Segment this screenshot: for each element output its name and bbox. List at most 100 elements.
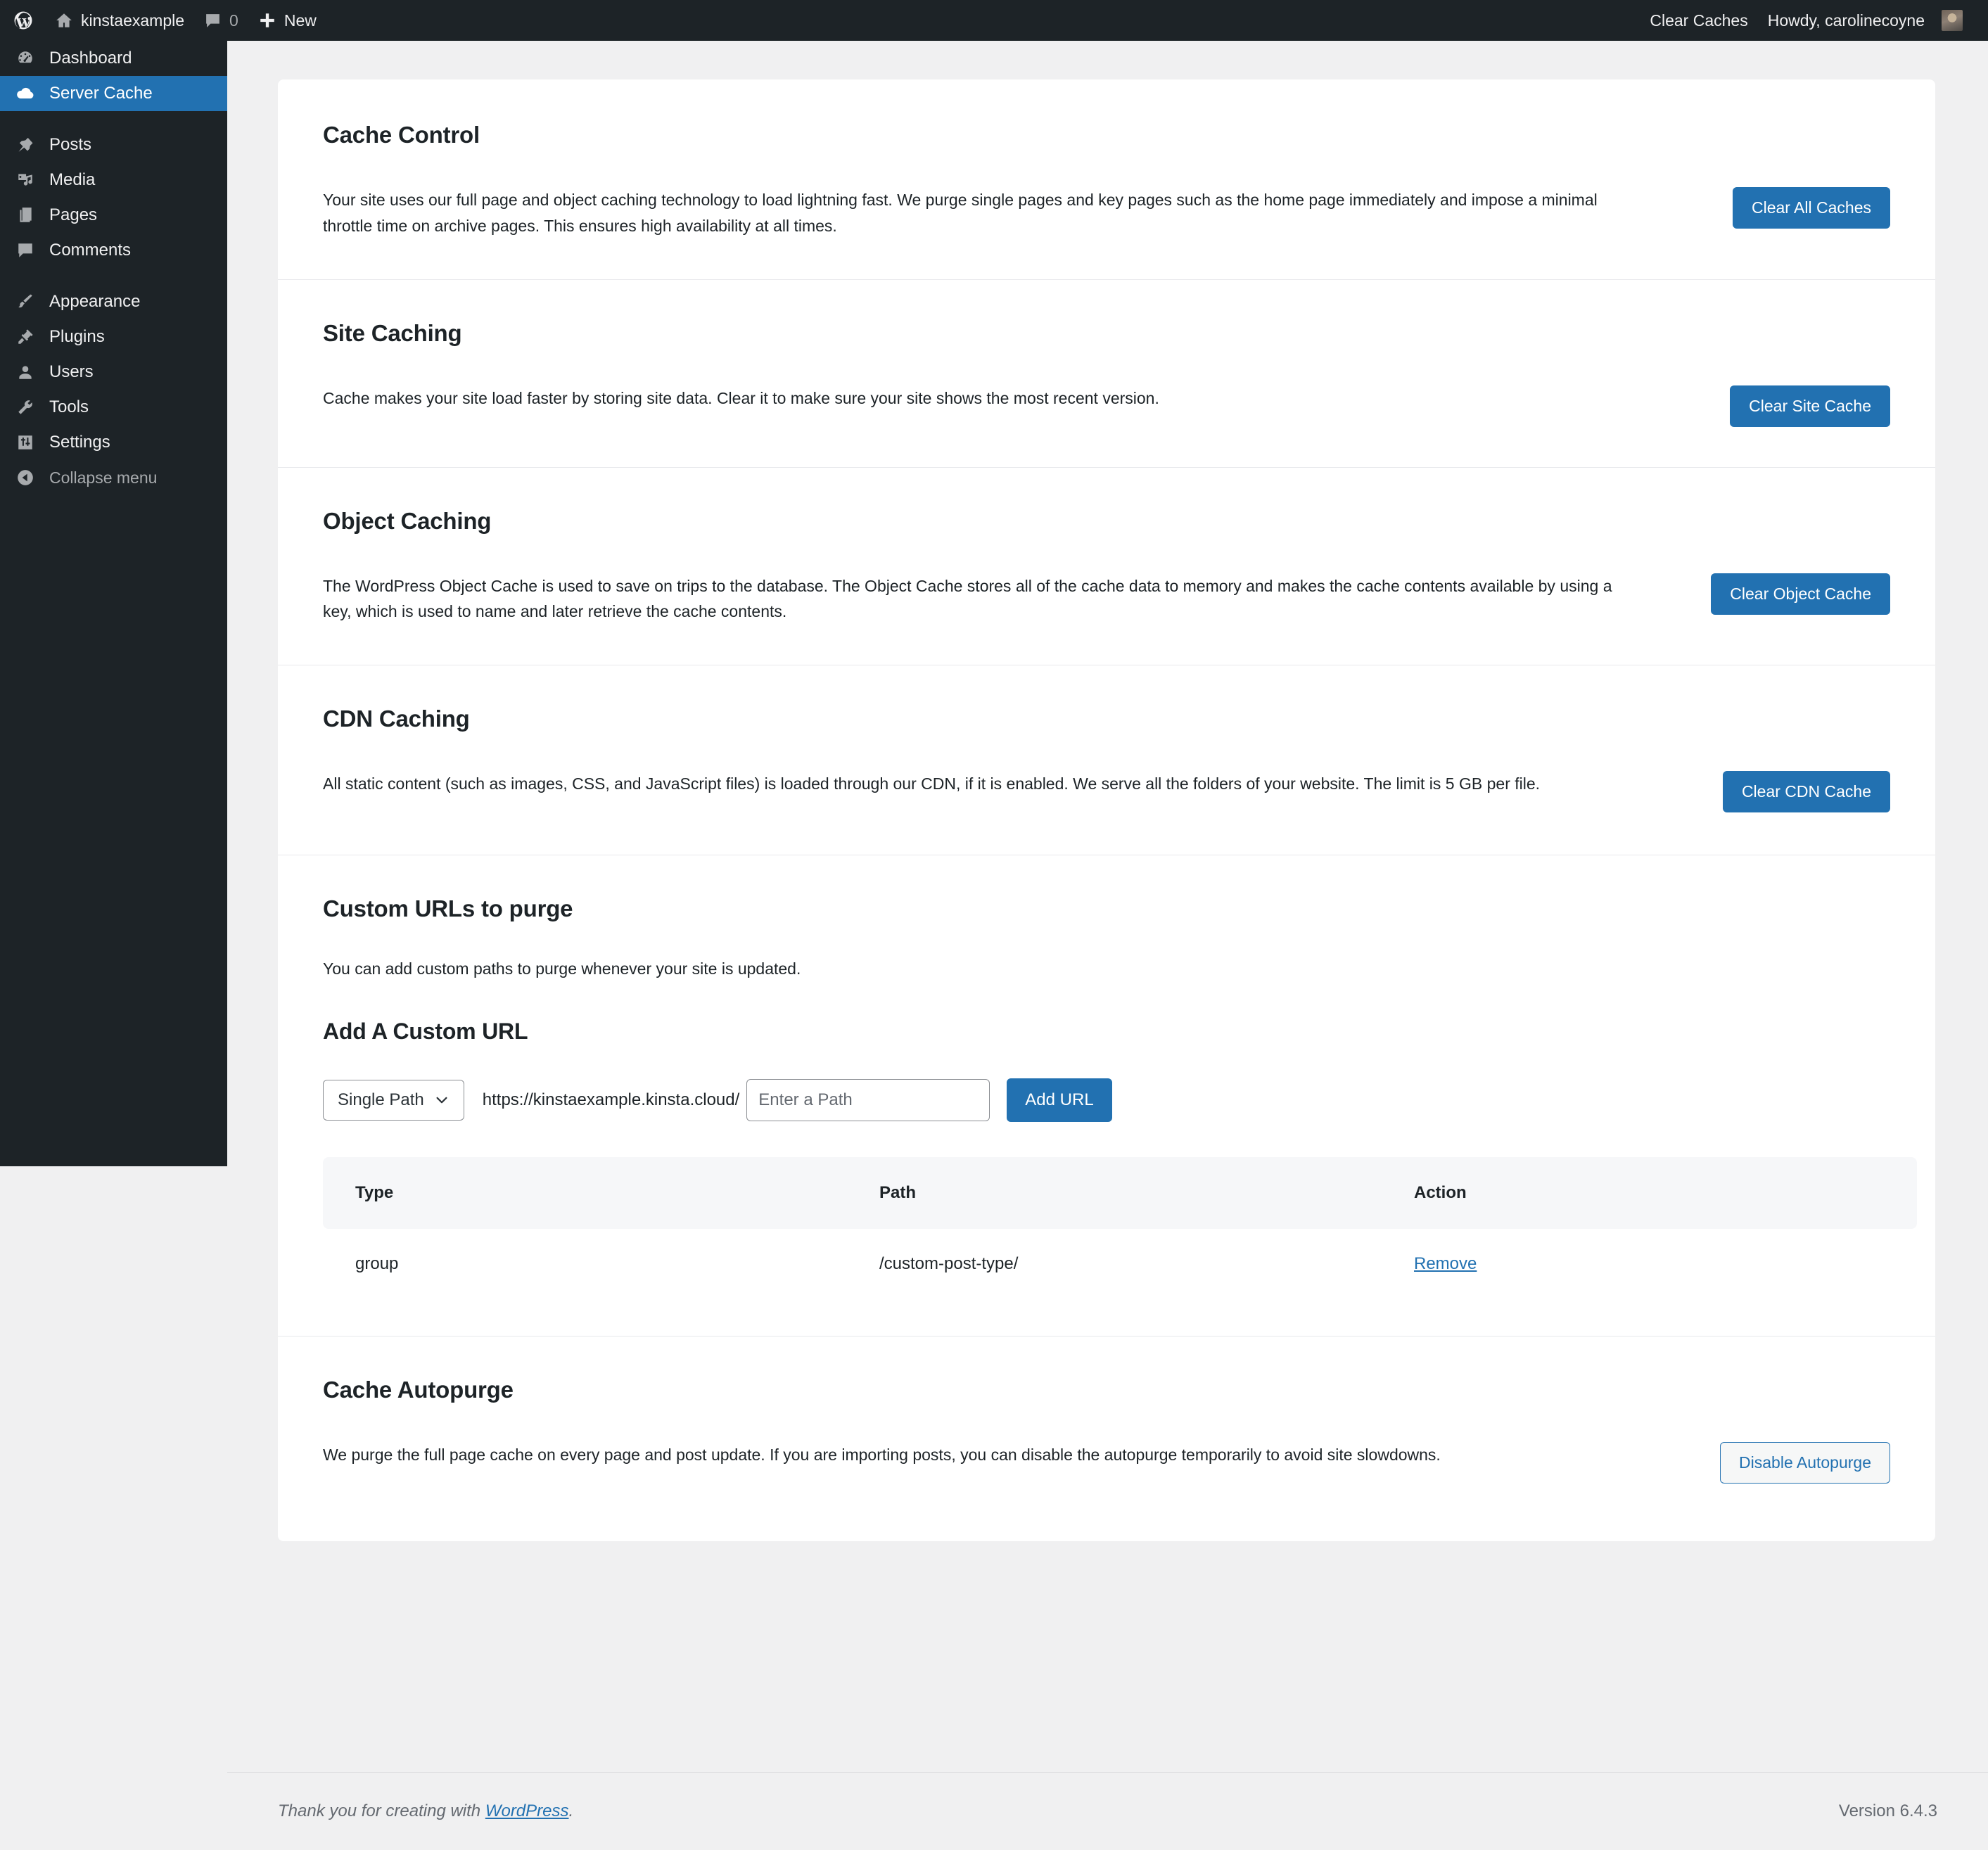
howdy-label: Howdy, carolinecoyne xyxy=(1767,11,1925,30)
clear-caches-menu-button[interactable]: Clear Caches xyxy=(1640,0,1757,41)
sidebar-item-comments[interactable]: Comments xyxy=(0,233,227,268)
home-icon xyxy=(55,11,73,30)
clear-caches-label: Clear Caches xyxy=(1650,11,1748,30)
sidebar-item-server-cache[interactable]: Server Cache xyxy=(0,76,227,111)
section-description: All static content (such as images, CSS,… xyxy=(323,774,1541,793)
column-header-action: Action xyxy=(1414,1182,1467,1202)
cell-type: group xyxy=(355,1253,399,1273)
cell-path: /custom-post-type/ xyxy=(879,1253,1019,1273)
remove-url-link[interactable]: Remove xyxy=(1414,1254,1477,1273)
add-custom-url-title: Add A Custom URL xyxy=(323,1018,528,1044)
server-cache-panel: Cache Control Your site uses our full pa… xyxy=(278,79,1935,1541)
sidebar-item-pages[interactable]: Pages xyxy=(0,198,227,233)
section-cdn-caching: CDN Caching All static content (such as … xyxy=(278,665,1935,855)
sidebar-item-media[interactable]: Media xyxy=(0,162,227,198)
avatar xyxy=(1942,10,1963,31)
disable-autopurge-button[interactable]: Disable Autopurge xyxy=(1720,1441,1890,1484)
url-prefix-label: https://kinstaexample.kinsta.cloud/ xyxy=(482,1090,740,1109)
dashboard-icon xyxy=(13,49,38,68)
add-custom-url-form: Single Path https://kinstaexample.kinsta… xyxy=(323,1078,1890,1122)
cloud-icon xyxy=(13,84,38,103)
comment-bubble-icon xyxy=(204,12,222,30)
section-title: CDN Caching xyxy=(323,706,470,732)
sidebar-item-label: Tools xyxy=(49,397,89,416)
column-header-path: Path xyxy=(879,1182,917,1202)
footer-thanks-suffix: . xyxy=(568,1801,574,1820)
sidebar-divider xyxy=(0,268,227,284)
plus-icon xyxy=(258,11,276,30)
clear-object-cache-button[interactable]: Clear Object Cache xyxy=(1711,573,1890,615)
sidebar-item-label: Server Cache xyxy=(49,84,153,103)
clear-site-cache-button[interactable]: Clear Site Cache xyxy=(1730,385,1890,427)
sidebar-item-settings[interactable]: Settings xyxy=(0,425,227,460)
sidebar-item-label: Appearance xyxy=(49,292,141,311)
section-title: Cache Control xyxy=(323,122,480,148)
user-icon xyxy=(13,363,38,381)
add-url-button[interactable]: Add URL xyxy=(1007,1078,1112,1122)
section-cache-control: Cache Control Your site uses our full pa… xyxy=(278,79,1935,279)
table-row: group /custom-post-type/ Remove xyxy=(323,1229,1917,1299)
path-type-value: Single Path xyxy=(338,1090,424,1109)
wrench-icon xyxy=(13,398,38,416)
section-description: You can add custom paths to purge whenev… xyxy=(323,959,801,978)
admin-sidebar: Dashboard Server Cache Posts Media Pages… xyxy=(0,41,227,1166)
plug-icon xyxy=(13,328,38,346)
sidebar-item-label: Media xyxy=(49,170,96,189)
collapse-menu-button[interactable]: Collapse menu xyxy=(0,460,227,495)
table-header-row: Type Path Action xyxy=(323,1156,1917,1229)
custom-urls-table: Type Path Action group /custom-post-type… xyxy=(323,1156,1917,1299)
sidebar-item-label: Comments xyxy=(49,241,132,260)
path-type-select[interactable]: Single Path xyxy=(323,1079,464,1121)
sidebar-item-tools[interactable]: Tools xyxy=(0,390,227,425)
footer-version: Version 6.4.3 xyxy=(1838,1801,1937,1820)
footer-thanks: Thank you for creating with WordPress. xyxy=(278,1801,573,1821)
section-title: Object Caching xyxy=(323,507,492,534)
sidebar-item-label: Settings xyxy=(49,433,110,452)
section-site-caching: Site Caching Cache makes your site load … xyxy=(278,280,1935,467)
wordpress-logo-button[interactable] xyxy=(0,0,45,41)
new-label: New xyxy=(283,11,317,30)
site-name-button[interactable]: kinstaexample xyxy=(45,0,194,41)
sidebar-item-label: Posts xyxy=(49,135,92,154)
new-content-button[interactable]: New xyxy=(248,0,326,41)
wordpress-logo-icon xyxy=(13,10,34,31)
section-custom-urls: Custom URLs to purge You can add custom … xyxy=(278,855,1935,1336)
chevron-down-icon xyxy=(434,1092,450,1108)
wordpress-link[interactable]: WordPress xyxy=(485,1801,569,1820)
admin-footer: Thank you for creating with WordPress. V… xyxy=(227,1772,1988,1850)
footer-thanks-prefix: Thank you for creating with xyxy=(278,1801,485,1820)
admin-bar: kinstaexample 0 New Clear Caches Howdy, … xyxy=(0,0,1988,41)
paintbrush-icon xyxy=(13,293,38,311)
section-description: We purge the full page cache on every pa… xyxy=(323,1445,1441,1464)
sidebar-item-plugins[interactable]: Plugins xyxy=(0,319,227,355)
clear-cdn-cache-button[interactable]: Clear CDN Cache xyxy=(1722,771,1890,813)
main-content: Cache Control Your site uses our full pa… xyxy=(227,41,1988,1850)
section-description: The WordPress Object Cache is used to sa… xyxy=(323,576,1612,621)
pin-icon xyxy=(13,136,38,154)
section-description: Cache makes your site load faster by sto… xyxy=(323,388,1159,407)
comments-count: 0 xyxy=(229,11,238,30)
admin-bar-left: kinstaexample 0 New xyxy=(0,0,326,41)
sidebar-item-label: Pages xyxy=(49,205,98,224)
site-name-label: kinstaexample xyxy=(81,11,185,30)
section-title: Custom URLs to purge xyxy=(323,895,573,922)
custom-path-input[interactable] xyxy=(746,1078,990,1121)
section-object-caching: Object Caching The WordPress Object Cach… xyxy=(278,468,1935,665)
section-description: Your site uses our full page and object … xyxy=(323,191,1598,235)
account-menu-button[interactable]: Howdy, carolinecoyne xyxy=(1758,0,1973,41)
sidebar-item-posts[interactable]: Posts xyxy=(0,127,227,162)
collapse-menu-label: Collapse menu xyxy=(49,468,158,487)
column-header-type: Type xyxy=(355,1182,394,1202)
media-icon xyxy=(13,171,38,189)
pages-icon xyxy=(13,206,38,224)
sidebar-item-appearance[interactable]: Appearance xyxy=(0,284,227,319)
sidebar-item-label: Plugins xyxy=(49,327,105,346)
section-title: Site Caching xyxy=(323,319,462,346)
sidebar-divider xyxy=(0,111,227,127)
comments-button[interactable]: 0 xyxy=(194,0,248,41)
sliders-icon xyxy=(13,433,38,452)
clear-all-caches-button[interactable]: Clear All Caches xyxy=(1732,187,1890,229)
sidebar-item-users[interactable]: Users xyxy=(0,355,227,390)
chevron-left-circle-icon xyxy=(13,468,38,487)
sidebar-item-dashboard[interactable]: Dashboard xyxy=(0,41,227,76)
